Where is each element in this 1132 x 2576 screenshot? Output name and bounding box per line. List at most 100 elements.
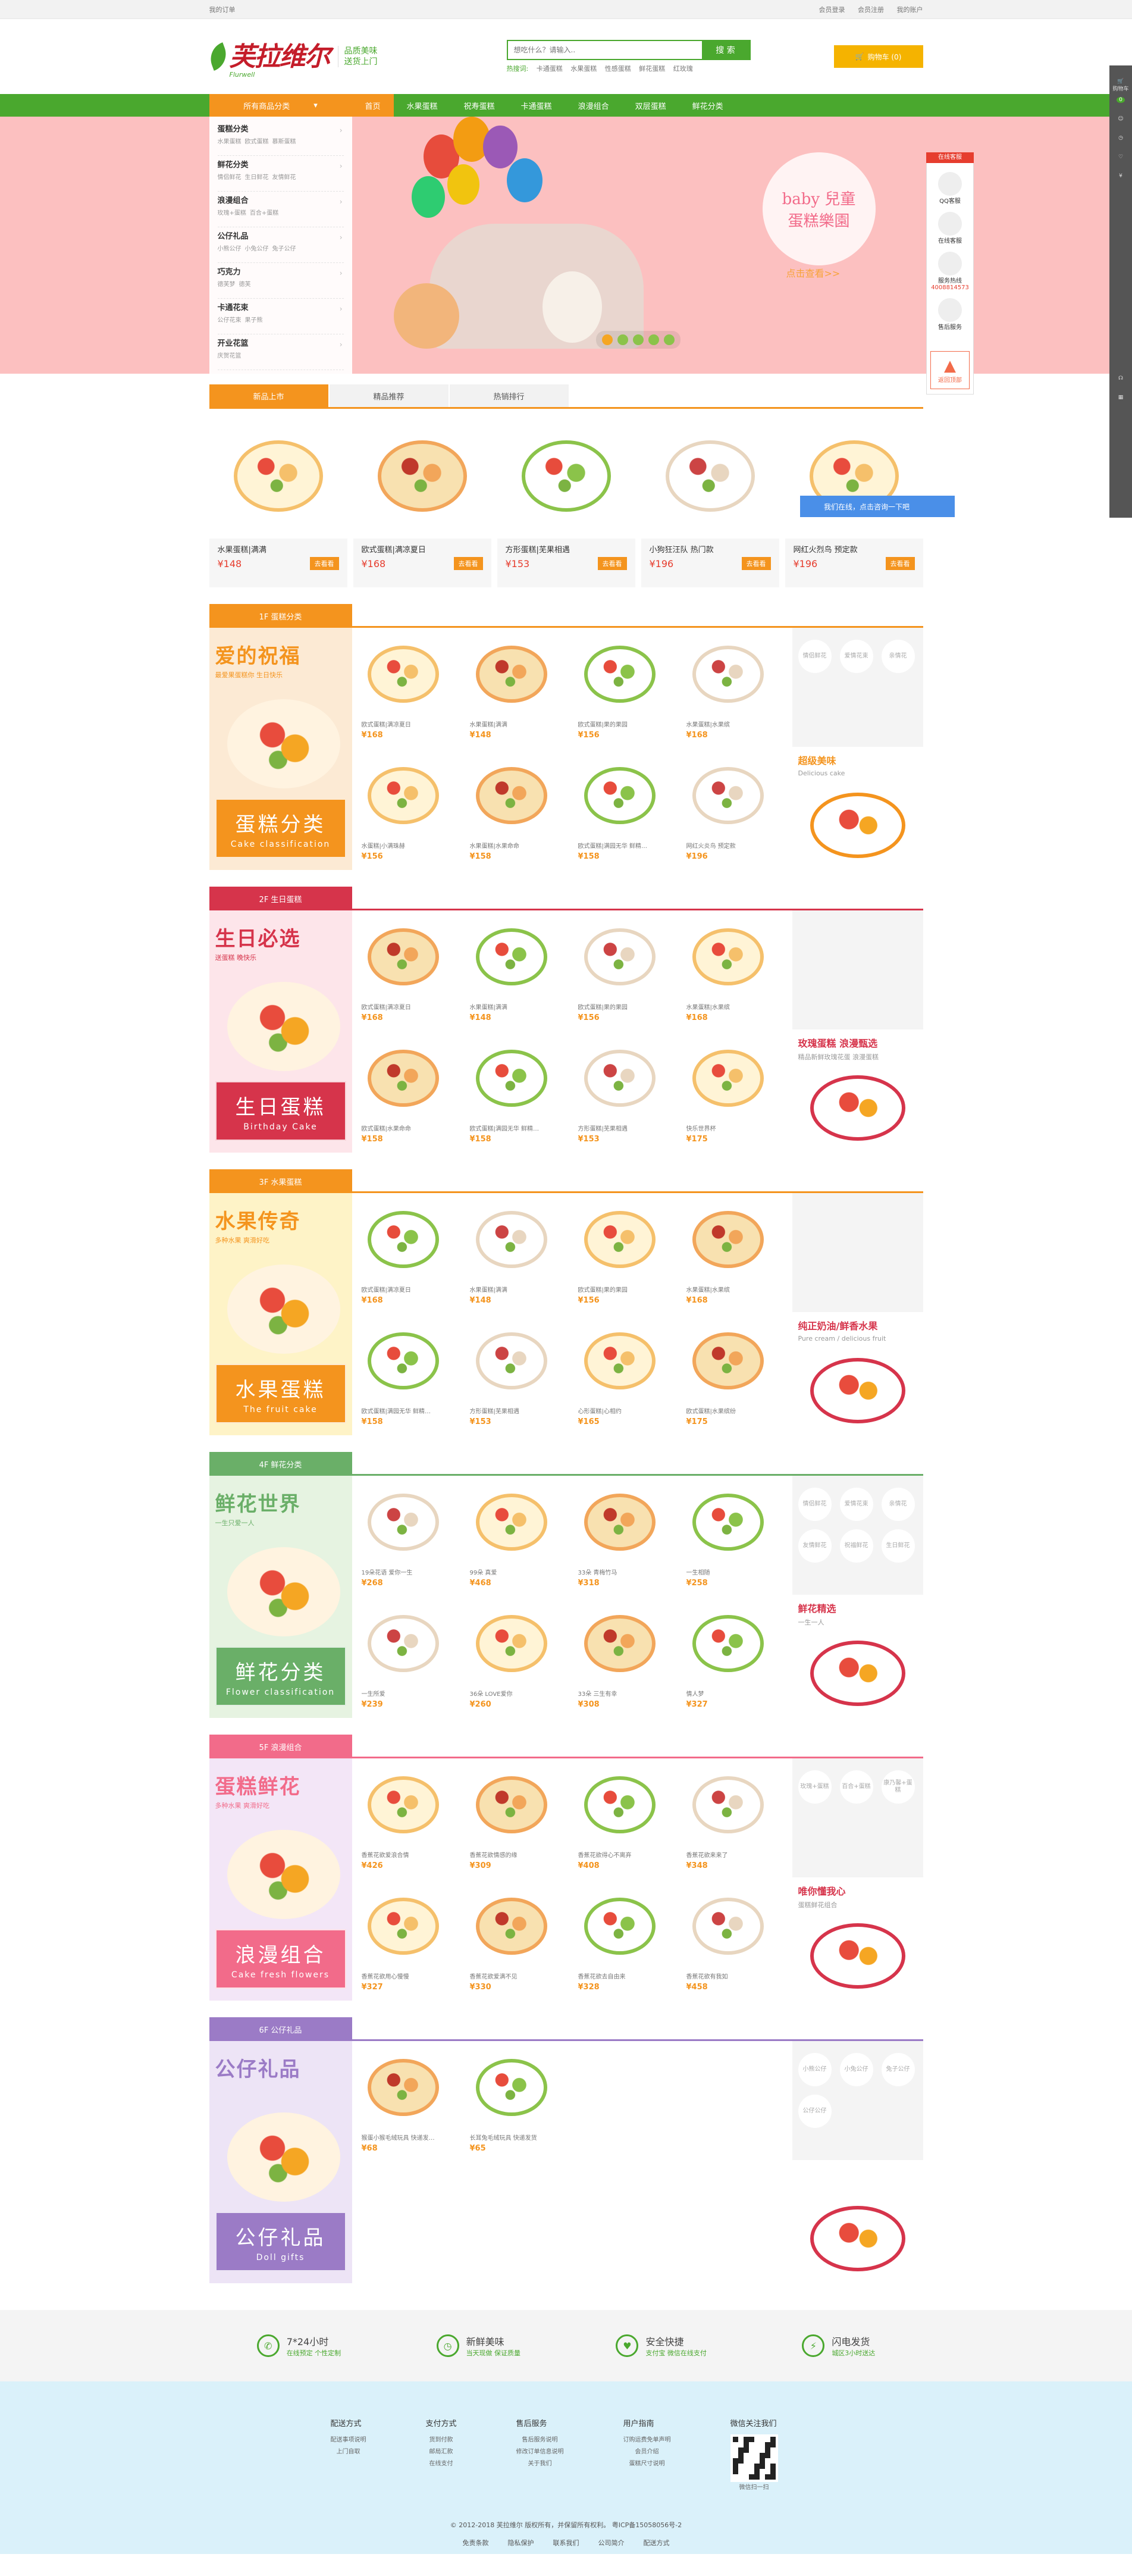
sidebar-group-title[interactable]: 浪漫组合 [218, 194, 344, 205]
floor-tag-link[interactable]: 小兔公仔 [839, 2053, 873, 2086]
hot-keyword[interactable]: 红玫瑰 [673, 65, 693, 73]
product-name[interactable]: 一生所爱 [362, 1689, 458, 1698]
cake-image[interactable] [692, 1776, 764, 1833]
product-image[interactable] [686, 1763, 770, 1846]
product-image[interactable] [470, 1319, 553, 1403]
product-image[interactable] [578, 1037, 661, 1120]
qq-link[interactable]: QQ客服 [927, 196, 973, 205]
floor-tag[interactable]: 6F 公仔礼品 [209, 2017, 352, 2041]
floor-tag[interactable]: 5F 浪漫组合 [209, 1735, 352, 1758]
product-card[interactable]: 欧式蛋糕|满园无华 鲜精… ¥158 [464, 1032, 572, 1153]
floor-promo[interactable]: 玫瑰蛋糕 浪漫甄选 精品新鲜玫瑰花蛋 浪漫蛋糕 [792, 1029, 923, 1153]
cake-image[interactable] [584, 1332, 656, 1389]
product-name[interactable]: 一生相随 [686, 1567, 783, 1576]
product-image[interactable] [578, 1763, 661, 1846]
hot-keyword[interactable]: 卡通蛋糕 [537, 65, 563, 73]
product-image[interactable] [686, 633, 770, 716]
floor-tag-link[interactable]: 玫瑰+蛋糕 [798, 1770, 832, 1804]
cake-image[interactable] [367, 1332, 439, 1389]
product-card[interactable]: 欧式蛋糕|果的果园 ¥156 [572, 628, 681, 749]
product-image[interactable] [578, 1319, 661, 1403]
floor-tag[interactable]: 4F 鲜花分类 [209, 1452, 352, 1476]
product-name[interactable]: 网红火炎鸟 预定款 [686, 841, 783, 850]
floor-promo[interactable]: 纯正奶油/鲜香水果 Pure cream / delicious fruit [792, 1312, 923, 1435]
product-card[interactable]: 水果蛋糕|满满 ¥148 [464, 910, 572, 1031]
sidebar-group[interactable]: 蛋糕分类 水果蛋糕 欧式蛋糕 慕斯蛋糕 › [217, 120, 344, 156]
account-link[interactable]: 我的账户 [897, 6, 923, 14]
sidebar-sublink[interactable]: 情侣鲜花 [218, 174, 242, 181]
floor-promo[interactable]: 超级美味 Delicious cake [792, 747, 923, 870]
product-name[interactable]: 33朵 青梅竹马 [578, 1567, 675, 1576]
product-card[interactable]: 香蕉花欲爱浪合情 ¥426 [356, 1758, 464, 1879]
sidebar-group[interactable]: 公仔礼品 小熊公仔 小兔公仔 兔子公仔 › [217, 227, 344, 263]
sidebar-group[interactable]: 鲜花分类 情侣鲜花 生日鲜花 友情鲜花 › [217, 156, 344, 192]
coin-icon[interactable]: ¥ [1109, 173, 1132, 179]
footer-link[interactable]: 关于我们 [516, 2458, 564, 2470]
product-image[interactable] [470, 1198, 553, 1281]
product-name[interactable]: 水果蛋糕|水果缤 [686, 1285, 783, 1294]
product-card[interactable]: 水果蛋糕|满满 ¥148 [464, 628, 572, 749]
cake-image[interactable] [584, 1049, 656, 1107]
sidebar-sublink[interactable]: 公仔花束 [218, 317, 242, 324]
tab-recommend[interactable]: 精品推荐 [329, 384, 449, 407]
cake-image[interactable] [692, 1332, 764, 1389]
cake-image[interactable] [584, 1494, 656, 1551]
product-image[interactable] [362, 1198, 445, 1281]
product-image[interactable] [362, 1763, 445, 1846]
product-name[interactable]: 欧式蛋糕|满凉夏日 [362, 1002, 458, 1011]
product-image[interactable] [470, 1481, 553, 1564]
product-name[interactable]: 香蕉花欲有我如 [686, 1971, 783, 1980]
product-name[interactable]: 33朵 三生有幸 [578, 1689, 675, 1698]
floor-banner[interactable]: 公仔礼品 公仔礼品 Doll gifts [209, 2041, 352, 2283]
product-card[interactable]: 水果蛋糕|满满 ¥148 [464, 1193, 572, 1314]
sidebar-sublink[interactable]: 水果蛋糕 [218, 139, 242, 145]
cake-image[interactable] [367, 2059, 439, 2116]
product-name[interactable]: 快乐世界杯 [686, 1123, 783, 1132]
cake-image[interactable] [367, 928, 439, 985]
product-card[interactable]: 欧式蛋糕|水果缤纷 ¥175 [681, 1314, 789, 1435]
product-name[interactable]: 方形蛋糕|芜果相遇 [497, 539, 635, 555]
product-image[interactable] [578, 1481, 661, 1564]
product-image[interactable] [362, 754, 445, 837]
cake-image[interactable] [475, 1332, 547, 1389]
floor-tag-link[interactable]: 兔子公仔 [881, 2053, 915, 2086]
cake-image[interactable] [367, 1494, 439, 1551]
product-card[interactable]: 36朵 LOVE爱你 ¥260 [464, 1597, 572, 1718]
product-name[interactable]: 欧式蛋糕|满园无华 鲜精… [362, 1406, 458, 1415]
sidebar-sublink[interactable]: 德芙 [239, 281, 251, 288]
product-name[interactable]: 水果蛋糕|水果命命 [470, 841, 566, 850]
product-name[interactable]: 欧式蛋糕|果的果园 [578, 719, 675, 728]
product-image[interactable] [578, 915, 661, 999]
login-link[interactable]: 会员登录 [819, 6, 845, 14]
floor-tag[interactable]: 3F 水果蛋糕 [209, 1169, 352, 1193]
product-name[interactable]: 水果蛋糕|满满 [470, 1285, 566, 1294]
cake-image[interactable] [475, 1211, 547, 1268]
nav-item[interactable]: 鲜花分类 [679, 94, 736, 117]
my-orders-link[interactable]: 我的订单 [209, 5, 236, 14]
product-image[interactable] [470, 1885, 553, 1968]
product-name[interactable]: 猴蛋小猴毛绒玩具 快递发… [362, 2133, 458, 2142]
product-image[interactable] [686, 1198, 770, 1281]
product-card[interactable]: 小狗狂汪队 热门款 ¥196 去看看 [641, 414, 779, 587]
product-name[interactable]: 欧式蛋糕|满凉夏日 [353, 539, 491, 555]
product-card[interactable]: 欧式蛋糕|满凉夏日 ¥168 [356, 910, 464, 1031]
product-name[interactable]: 欧式蛋糕|水果命命 [362, 1123, 458, 1132]
product-image[interactable] [470, 633, 553, 716]
cake-image[interactable] [584, 1614, 656, 1672]
footer-link[interactable]: 邮局汇款 [425, 2446, 456, 2458]
nav-item[interactable]: 水果蛋糕 [394, 94, 451, 117]
view-button[interactable]: 去看看 [309, 557, 339, 570]
product-image[interactable] [470, 1037, 553, 1120]
cake-image[interactable] [584, 646, 656, 703]
footer-link[interactable]: 订购运费免单声明 [623, 2434, 671, 2446]
product-name[interactable]: 香蕉花欲情感的缘 [470, 1850, 566, 1859]
product-image[interactable] [578, 754, 661, 837]
footer-link[interactable]: 售后服务说明 [516, 2434, 564, 2446]
cake-image[interactable] [475, 766, 547, 824]
bottom-link[interactable]: 配送方式 [644, 2539, 670, 2547]
product-image[interactable] [362, 1481, 445, 1564]
cake-image[interactable] [692, 1897, 764, 1955]
floor-banner[interactable]: 蛋糕鲜花 多种水果 爽滑好吃 浪漫组合 Cake fresh flowers [209, 1758, 352, 2001]
nav-item[interactable]: 祝寿蛋糕 [451, 94, 508, 117]
floor-promo[interactable] [792, 2160, 923, 2283]
